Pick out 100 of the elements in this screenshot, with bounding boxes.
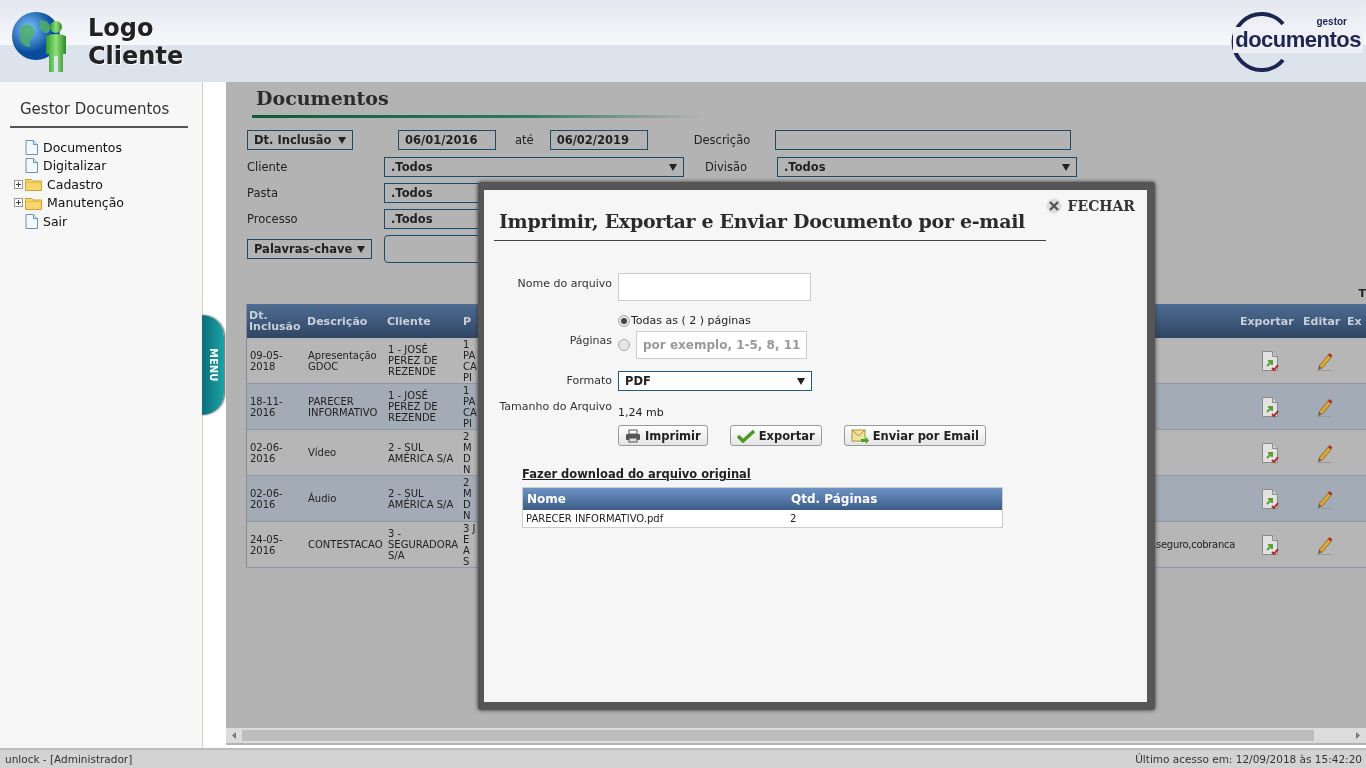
column-header: P [462, 315, 473, 327]
file-size-value: 1,24 mb [618, 406, 665, 419]
tree-item[interactable]: Cadastro [14, 175, 202, 194]
dropdown-arrow-icon [797, 377, 805, 385]
dropdown[interactable]: .Todos [384, 157, 684, 177]
folder-icon [25, 195, 42, 210]
dialog-button[interactable]: Exportar [729, 425, 822, 446]
table-cell-text: 02-06-2016 [249, 441, 284, 464]
table-cell-text: 02-06-2016 [249, 487, 284, 510]
table-cell-text: 09-05-2018 [249, 349, 284, 372]
close-icon [1045, 198, 1062, 214]
table-cell-text: 2 M D N [462, 430, 473, 475]
table-cell-text: ,seguro,cobranca [1152, 539, 1236, 550]
table-cell-text: CONTESTACAO [307, 539, 384, 550]
dropdown[interactable]: .Todos [777, 157, 1077, 177]
column-header: Cliente [386, 315, 432, 327]
radio-button[interactable] [618, 314, 630, 327]
table-cell-text: 2 M D N [462, 476, 473, 521]
table-cell-text: Apresentação GDOC [307, 349, 378, 372]
document-arrow-icon[interactable] [1260, 395, 1279, 418]
field-label: Cliente [247, 160, 289, 174]
table-cell-text: 1 - JOSÉ PEREZ DE REZENDE [387, 344, 439, 377]
column-header: Qtd. Páginas [790, 492, 879, 506]
table-cell-text: 3 - SEGURADORA S/A [387, 528, 460, 561]
document-icon [25, 213, 38, 229]
download-link[interactable]: Fazer download do arquivo original [522, 467, 751, 481]
dialog-title: Imprimir, Exportar e Enviar Documento por e-mail [494, 210, 1046, 241]
table-cell-text: 1 PA CA PI [462, 384, 478, 429]
field-label: Processo [247, 212, 299, 226]
table-cell-text: 1 PA CA PI [462, 338, 478, 383]
field-label: Nome do arquivo [516, 278, 612, 290]
column-header: Dt. Inclusão [248, 310, 302, 332]
pencil-icon[interactable] [1315, 488, 1333, 509]
table-cell-text: 3 JE A S [462, 522, 477, 567]
radio-button[interactable] [618, 339, 630, 351]
document-icon [25, 139, 38, 155]
column-header: Nome [526, 492, 567, 506]
column-header: Descrição [306, 315, 369, 327]
tree-item[interactable]: Sair [14, 212, 202, 231]
table-cell-text: PARECER INFORMATIVO [307, 395, 379, 418]
field-label: Páginas [568, 334, 612, 347]
table-cell-text: 2 - SUL AMÉRICA S/A [387, 487, 455, 510]
pencil-icon[interactable] [1315, 396, 1333, 417]
column-header: Exportar [1239, 315, 1295, 327]
description-field[interactable] [774, 130, 1071, 150]
document-icon [25, 158, 38, 174]
date-from-field[interactable]: 06/01/2016 [398, 130, 496, 150]
table-cell-text: 18-11-2016 [249, 395, 284, 418]
check-icon [736, 428, 755, 443]
user-info: unlock - [Administrador] [5, 753, 133, 765]
tree-item[interactable]: Documentos [14, 138, 202, 157]
plus-box-icon[interactable] [14, 198, 23, 208]
field-label: Tamanho do Arquivo [498, 401, 612, 415]
date-field-dropdown[interactable]: Dt. Inclusão [247, 130, 353, 150]
dropdown-arrow-icon [1062, 163, 1070, 171]
column-header: Editar [1302, 315, 1342, 327]
dialog-button[interactable]: Enviar por Email [843, 425, 986, 446]
document-arrow-icon[interactable] [1260, 441, 1279, 464]
date-to-field[interactable]: 06/02/2019 [549, 130, 648, 150]
column-header: T [1358, 287, 1366, 300]
dropdown-arrow-icon [338, 136, 346, 144]
tree-item[interactable]: Manutenção [14, 193, 202, 212]
table-cell-text: 2 - SUL AMÉRICA S/A [387, 441, 455, 464]
logo-text: Logo Cliente [88, 14, 184, 70]
radio-label: Todas as ( 2 ) páginas [631, 314, 751, 327]
pencil-icon[interactable] [1315, 534, 1333, 555]
dialog-button[interactable]: Imprimir [618, 425, 708, 446]
close-button[interactable]: FECHAR [1045, 198, 1135, 214]
file-name-field[interactable] [618, 273, 811, 301]
format-dropdown[interactable]: PDF [618, 371, 812, 391]
page-range-field[interactable]: por exemplo, 1-5, 8, 11 [636, 331, 807, 359]
document-arrow-icon[interactable] [1260, 349, 1279, 372]
field-label: Formato [565, 375, 612, 389]
mail-icon [850, 427, 869, 444]
table-cell-text: Áudio [307, 493, 338, 504]
page-title: Documentos [256, 87, 390, 109]
field-label: Descrição [693, 133, 752, 147]
brand-name: documentos [1233, 27, 1363, 53]
dropdown-arrow-icon [357, 245, 365, 253]
printer-icon [625, 428, 641, 443]
pencil-icon[interactable] [1315, 350, 1333, 371]
plus-box-icon[interactable] [14, 179, 23, 189]
pencil-icon[interactable] [1315, 442, 1333, 463]
table-cell-text: 2 [789, 513, 798, 524]
field-label: Divisão [705, 160, 749, 174]
field-label: até [515, 133, 534, 147]
document-arrow-icon[interactable] [1260, 487, 1279, 510]
document-arrow-icon[interactable] [1260, 533, 1279, 556]
scrollbar[interactable] [226, 728, 1366, 743]
keyword-type-dropdown[interactable]: Palavras-chave [247, 239, 372, 259]
column-header: Ex [1347, 315, 1363, 327]
table-cell-text: 1 - JOSÉ PEREZ DE REZENDE [387, 390, 439, 423]
field-label: Pasta [247, 186, 279, 200]
dropdown-arrow-icon [669, 163, 677, 171]
tree-item[interactable]: Digitalizar [14, 156, 202, 175]
menu-tab[interactable]: MENU [202, 315, 224, 415]
table-cell-text: 24-05-2016 [249, 533, 284, 556]
sidebar-title: Gestor Documentos [10, 100, 188, 128]
folder-icon [25, 177, 42, 192]
last-access-info: Último acesso em: 12/09/2018 às 15:42:20 [1135, 753, 1362, 765]
